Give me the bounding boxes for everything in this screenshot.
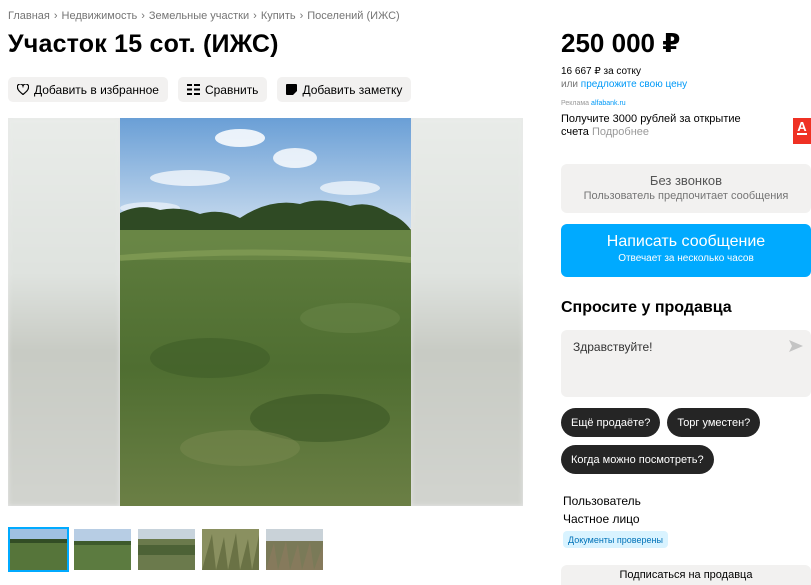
ad-label: Реклама alfabank.ru [561,100,626,107]
write-message-label: Написать сообщение [606,233,766,250]
documents-verified-badge: Документы проверены [563,531,668,548]
main-photo[interactable] [120,118,411,506]
breadcrumb-item-izhs[interactable]: Поселений (ИЖС) [307,10,399,22]
breadcrumb: Главная › Недвижимость › Земельные участки › К… [8,10,400,22]
price: 250 000 ₽ [561,28,681,58]
quick-question-chip[interactable]: Ещё продаёте? [561,408,661,437]
note-icon [286,84,298,95]
seller-name[interactable]: Пользователь [563,494,641,508]
breadcrumb-separator: › [53,10,58,22]
offer-price-line: или предложите свою цену [561,79,687,90]
no-calls-notice: Без звонков Пользователь предпочитает со… [561,164,811,213]
breadcrumb-item-buy[interactable]: Купить [261,10,296,22]
ad-label-text: Реклама [561,100,590,107]
page-title: Участок 15 сот. (ИЖС) [8,30,279,58]
add-note-button[interactable]: Добавить заметку [277,77,412,102]
breadcrumb-separator: › [253,10,257,22]
add-to-favorites-button[interactable]: Добавить в избранное [8,77,168,102]
no-calls-title: Без звонков [649,173,723,188]
offer-price-link[interactable]: предложите свою цену [581,79,687,90]
breadcrumb-item-home[interactable]: Главная [8,10,50,22]
offer-prefix: или [561,79,579,90]
listing-actions: Добавить в избранное Сравнить Добавить з… [8,77,412,102]
add-to-favorites-label: Добавить в избранное [34,82,159,97]
thumbnail-strip [8,527,325,572]
ask-seller-title: Спросите у продавца [561,299,732,316]
gallery-blur-right [411,118,523,506]
send-icon[interactable] [789,340,803,355]
breadcrumb-separator: › [299,10,304,22]
ad-source-link[interactable]: alfabank.ru [591,100,626,107]
ad-text[interactable]: Получите 3000 рублей за открытие счета П… [561,113,771,139]
ad-message: Получите 3000 рублей за открытие счета [561,113,741,138]
alfabank-logo-icon[interactable]: А [793,118,811,144]
quick-question-chip[interactable]: Торг уместен? [667,408,761,437]
photo-gallery[interactable] [8,118,523,506]
breadcrumb-item-land[interactable]: Земельные участки [149,10,249,22]
breadcrumb-item-realty[interactable]: Недвижимость [62,10,138,22]
thumbnail[interactable] [72,527,133,572]
add-note-label: Добавить заметку [302,82,403,97]
subscribe-to-seller-button[interactable]: Подписаться на продавца [561,565,811,585]
ask-seller-input[interactable]: Здравствуйте! [561,330,811,397]
compare-icon [186,84,200,95]
write-message-button[interactable]: Написать сообщение Отвечает за несколько… [561,224,811,277]
seller-type: Частное лицо [563,512,640,526]
price-per-sotka: 16 667 ₽ за сотку [561,66,641,77]
thumbnail[interactable] [136,527,197,572]
ad-more-link[interactable]: Подробнее [592,126,649,138]
no-calls-subtitle: Пользователь предпочитает сообщения [583,190,789,202]
heart-icon [17,84,29,95]
quick-questions: Ещё продаёте? Торг уместен? Когда можно … [561,408,811,474]
ask-input-value: Здравствуйте! [573,340,653,354]
ad-logo-letter: А [797,119,807,135]
quick-question-chip[interactable]: Когда можно посмотреть? [561,445,714,474]
gallery-blur-left [8,118,120,506]
thumbnail[interactable] [264,527,325,572]
thumbnail[interactable] [200,527,261,572]
compare-button[interactable]: Сравнить [177,77,268,102]
compare-label: Сравнить [204,82,259,97]
response-time: Отвечает за несколько часов [618,253,754,264]
thumbnail[interactable] [8,527,69,572]
breadcrumb-separator: › [141,10,145,22]
